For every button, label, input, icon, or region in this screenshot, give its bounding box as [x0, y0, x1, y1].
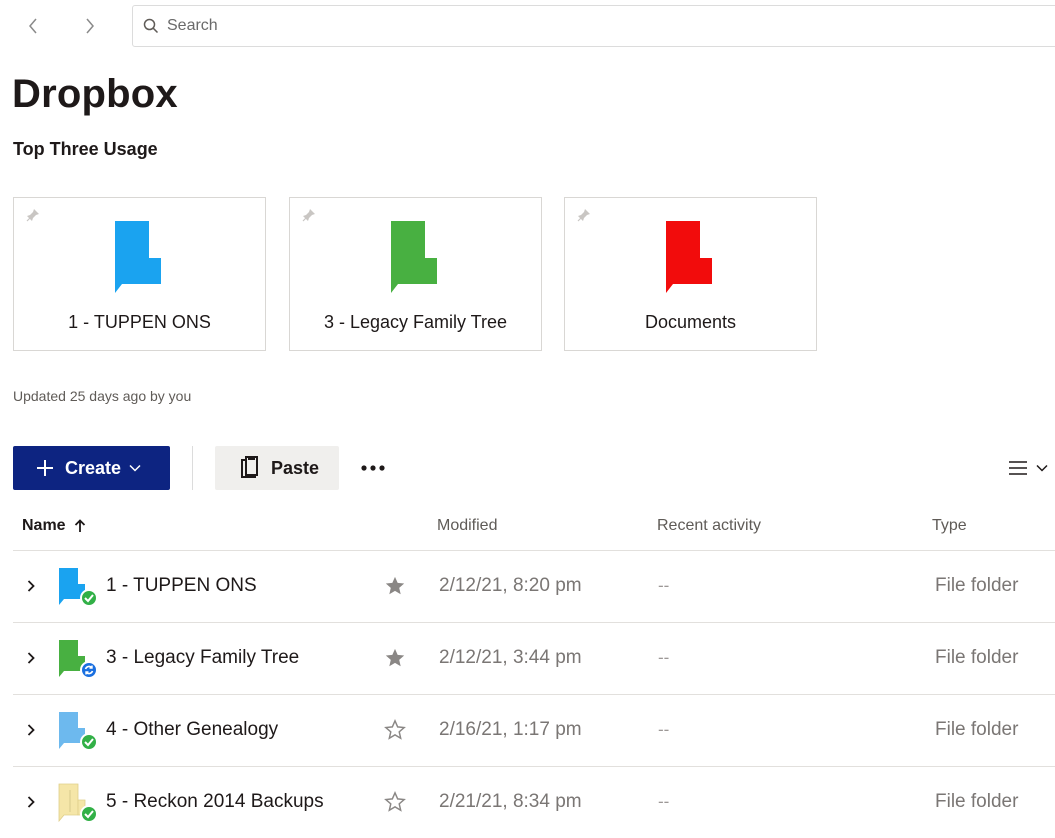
star-outline-icon[interactable] [384, 719, 406, 741]
chevron-right-icon [27, 724, 35, 736]
row-activity: -- [658, 648, 670, 667]
chevron-right-icon [86, 18, 94, 34]
folder-icon [391, 221, 437, 293]
search-input[interactable] [165, 16, 1055, 36]
create-button[interactable]: Create [13, 446, 170, 490]
table-row[interactable]: 4 - Other Genealogy 2/16/21, 1:17 pm -- … [13, 695, 1055, 766]
folder-icon [58, 783, 98, 823]
row-modified: 2/21/21, 8:34 pm [439, 791, 582, 812]
row-activity: -- [658, 576, 670, 595]
chevron-right-icon [27, 652, 35, 664]
row-type: File folder [935, 647, 1019, 668]
expand-row-button[interactable] [23, 721, 39, 739]
row-name[interactable]: 5 - Reckon 2014 Backups [106, 791, 324, 813]
pinned-card-label: 3 - Legacy Family Tree [323, 312, 508, 332]
page-title: Dropbox [12, 72, 178, 116]
folder-icon [59, 568, 98, 607]
table-row[interactable]: 1 - TUPPEN ONS 2/12/21, 8:20 pm -- File … [13, 551, 1055, 622]
row-modified: 2/12/21, 3:44 pm [439, 647, 582, 668]
column-header-type[interactable]: Type [932, 517, 967, 535]
star-filled-icon[interactable] [384, 575, 406, 597]
forward-button[interactable] [78, 12, 102, 40]
row-name[interactable]: 1 - TUPPEN ONS [106, 575, 257, 597]
table-row[interactable]: 5 - Reckon 2014 Backups 2/21/21, 8:34 pm… [13, 767, 1055, 838]
expand-row-button[interactable] [23, 793, 39, 811]
more-horizontal-icon [361, 465, 385, 471]
column-header-name[interactable]: Name [22, 517, 86, 535]
chevron-right-icon [27, 796, 35, 808]
row-name[interactable]: 4 - Other Genealogy [106, 719, 278, 741]
search-icon [143, 18, 159, 34]
pin-icon [302, 209, 315, 222]
paste-button[interactable]: Paste [215, 446, 339, 490]
chevron-left-icon [29, 18, 37, 34]
folder-icon [666, 221, 712, 293]
create-label: Create [65, 457, 122, 478]
plus-icon [37, 460, 53, 476]
pin-icon [26, 209, 39, 222]
row-modified: 2/16/21, 1:17 pm [439, 719, 582, 740]
row-modified: 2/12/21, 8:20 pm [439, 575, 582, 596]
row-type: File folder [935, 719, 1019, 740]
column-label: Name [22, 517, 66, 534]
column-header-modified[interactable]: Modified [437, 517, 497, 535]
pinned-section-title: Top Three Usage [13, 139, 158, 159]
more-actions-button[interactable] [356, 452, 390, 484]
row-type: File folder [935, 575, 1019, 596]
arrow-up-icon [74, 519, 85, 532]
chevron-down-icon [1036, 464, 1048, 472]
pinned-card-label: 1 - TUPPEN ONS [68, 312, 211, 332]
paste-label: Paste [271, 457, 320, 478]
row-activity: -- [658, 792, 670, 811]
row-name[interactable]: 3 - Legacy Family Tree [106, 647, 299, 669]
toolbar-divider [192, 446, 193, 490]
expand-row-button[interactable] [23, 577, 39, 595]
star-outline-icon[interactable] [384, 791, 406, 813]
search-bar[interactable] [132, 5, 1055, 47]
row-activity: -- [658, 720, 670, 739]
pinned-card-tuppen-ons[interactable]: 1 - TUPPEN ONS [13, 197, 266, 351]
view-options-button[interactable] [1008, 452, 1055, 484]
updated-text: Updated 25 days ago by you [13, 388, 192, 404]
star-filled-icon[interactable] [384, 647, 406, 669]
folder-icon [59, 640, 98, 679]
list-view-icon [1009, 461, 1027, 475]
pinned-card-legacy-family-tree[interactable]: 3 - Legacy Family Tree [289, 197, 542, 351]
pin-icon [577, 209, 590, 222]
folder-icon [59, 712, 98, 751]
chevron-down-icon [129, 464, 141, 472]
pinned-card-documents[interactable]: Documents [564, 197, 817, 351]
pinned-card-label: Documents [644, 312, 737, 332]
column-header-recent-activity[interactable]: Recent activity [657, 517, 761, 535]
chevron-right-icon [27, 580, 35, 592]
expand-row-button[interactable] [23, 649, 39, 667]
folder-icon [115, 221, 161, 293]
row-type: File folder [935, 791, 1019, 812]
clipboard-icon [241, 456, 258, 478]
table-row[interactable]: 3 - Legacy Family Tree 2/12/21, 3:44 pm … [13, 623, 1055, 694]
back-button[interactable] [21, 12, 45, 40]
